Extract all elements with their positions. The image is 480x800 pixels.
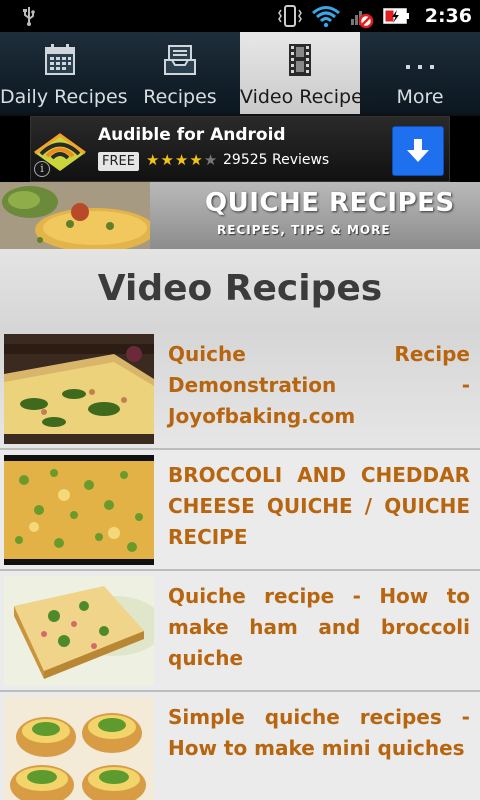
- video-thumbnail: [4, 697, 154, 800]
- tab-bar: Daily Recipes Recipes Video Recipes More: [0, 32, 480, 116]
- battery-charging-icon: [382, 8, 409, 24]
- ad-box[interactable]: i Audible for Android FREE ★★★★★ 29525 R…: [30, 116, 450, 182]
- tab-more[interactable]: More: [360, 32, 480, 114]
- tab-label: Recipes: [143, 86, 217, 108]
- video-thumbnail: [4, 576, 154, 686]
- list-item[interactable]: Quiche Recipe Demonstration - Joyofbakin…: [0, 329, 480, 450]
- tab-daily-recipes[interactable]: Daily Recipes: [0, 32, 128, 114]
- usb-icon: [23, 7, 35, 26]
- ad-reviews: 29525 Reviews: [223, 152, 330, 168]
- vibrate-icon: [277, 5, 302, 27]
- tab-video-recipes[interactable]: Video Recipes: [240, 32, 373, 114]
- film-strip-icon: [289, 44, 311, 76]
- page-title: Video Recipes: [0, 249, 480, 329]
- ad-title: Audible for Android: [98, 125, 286, 145]
- tab-label: Daily Recipes: [0, 86, 128, 108]
- video-title[interactable]: Quiche Recipe Demonstration - Joyofbakin…: [168, 339, 470, 432]
- calendar-icon: [45, 44, 75, 75]
- video-thumbnail: [4, 455, 154, 565]
- video-title[interactable]: Simple quiche recipes - How to make mini…: [168, 702, 470, 764]
- tab-label: More: [396, 86, 444, 108]
- no-signal-icon: [350, 11, 373, 29]
- star-icon: ★: [189, 151, 204, 169]
- status-bar: 2:36: [0, 0, 480, 32]
- star-icon: ★: [160, 151, 175, 169]
- inbox-tray-icon: [164, 45, 196, 75]
- clock: 2:36: [424, 5, 472, 27]
- video-title[interactable]: Quiche recipe - How to make ham and broc…: [168, 581, 470, 674]
- ad-free-badge: FREE: [98, 152, 139, 171]
- quiche-banner: QUICHE RECIPES RECIPES, TIPS & MORE: [0, 182, 480, 249]
- video-title[interactable]: BROCCOLI AND CHEDDAR CHEESE QUICHE / QUI…: [168, 460, 470, 553]
- banner-subtitle: RECIPES, TIPS & MORE: [217, 223, 391, 237]
- video-thumbnail: [4, 334, 154, 444]
- tab-recipes[interactable]: Recipes: [120, 32, 240, 114]
- more-dots-icon: [406, 65, 434, 69]
- ad-banner[interactable]: i Audible for Android FREE ★★★★★ 29525 R…: [0, 116, 480, 182]
- star-icon: ★: [174, 151, 190, 169]
- video-list[interactable]: Quiche Recipe Demonstration - Joyofbakin…: [0, 329, 480, 800]
- ad-rating-stars: ★★★★★: [146, 151, 218, 169]
- tab-label: Video Recipes: [240, 86, 373, 108]
- star-empty-icon: ★: [203, 151, 219, 169]
- list-item[interactable]: BROCCOLI AND CHEDDAR CHEESE QUICHE / QUI…: [0, 450, 480, 571]
- quiche-photo-image: [0, 182, 150, 249]
- list-item[interactable]: Simple quiche recipes - How to make mini…: [0, 692, 480, 800]
- wifi-icon: [311, 6, 340, 28]
- list-item[interactable]: Quiche recipe - How to make ham and broc…: [0, 571, 480, 692]
- banner-title: QUICHE RECIPES: [205, 188, 455, 218]
- content-area[interactable]: QUICHE RECIPES RECIPES, TIPS & MORE Vide…: [0, 182, 480, 800]
- ad-info-icon[interactable]: i: [34, 161, 50, 177]
- download-arrow-icon: [407, 139, 429, 162]
- star-icon: ★: [146, 151, 161, 169]
- download-button[interactable]: [392, 126, 444, 176]
